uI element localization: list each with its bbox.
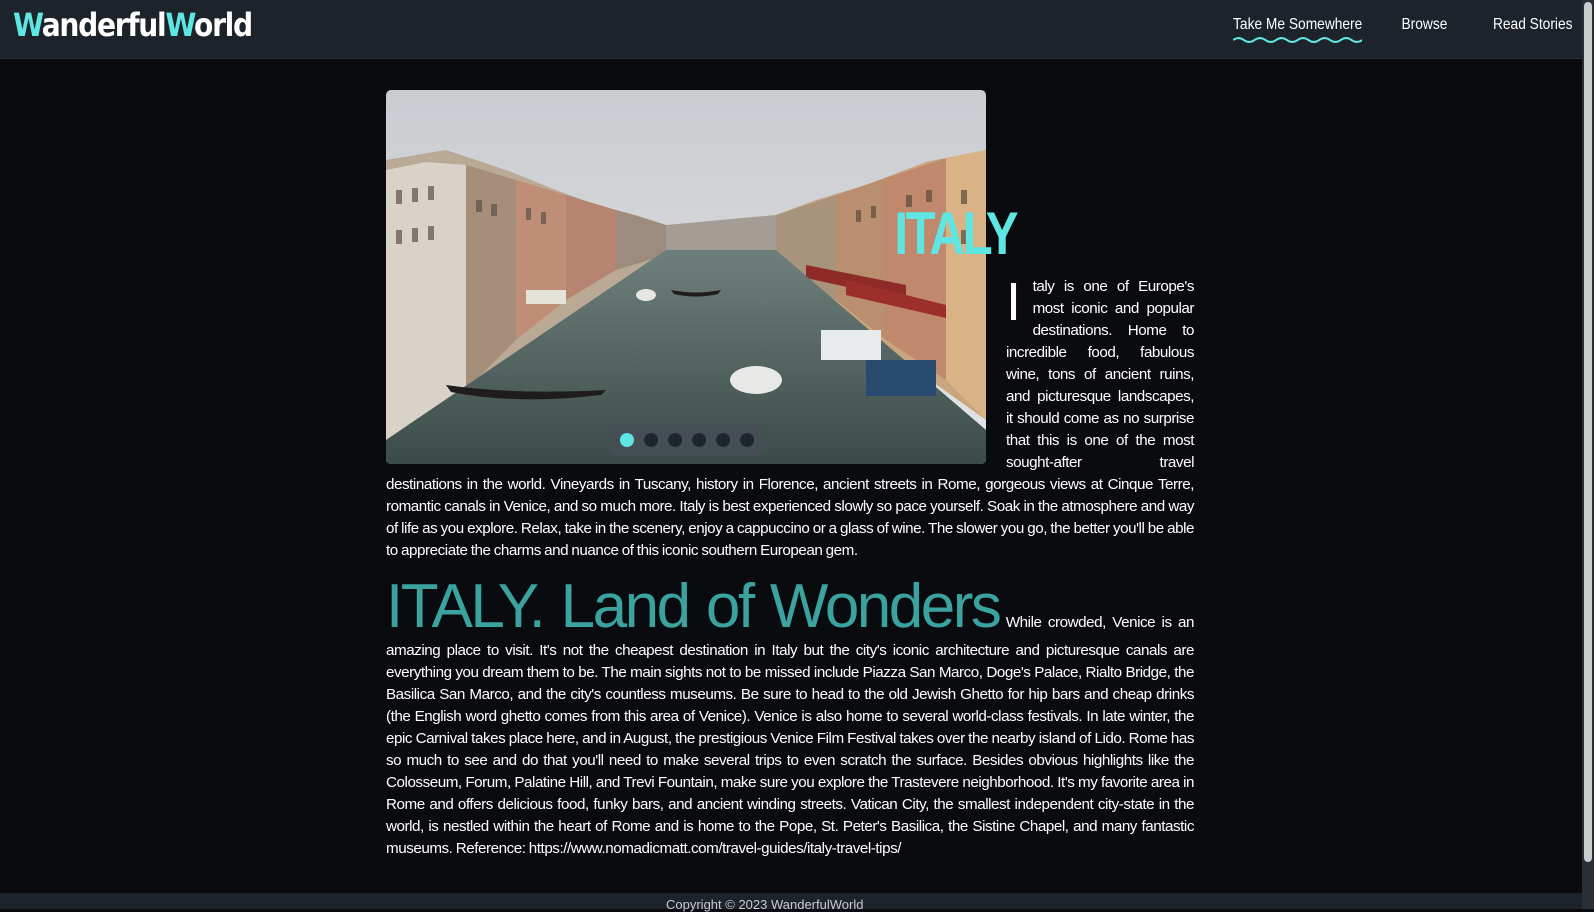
nav-link-label: Read Stories bbox=[1492, 16, 1572, 33]
logo-text-1: anderful bbox=[41, 6, 167, 44]
nav-link-browse[interactable]: Browse bbox=[1402, 16, 1448, 40]
page-footer: Copyright © 2023 WanderfulWorld bbox=[0, 893, 1582, 912]
section-paragraph: ITALY. Land of Wonders While crowded, Ve… bbox=[386, 574, 1194, 860]
nav-link-label: Browse bbox=[1401, 16, 1448, 33]
slider-dots bbox=[610, 424, 764, 456]
nav-link-label: Take Me Somewhere bbox=[1232, 16, 1363, 33]
logo-initial-1: W bbox=[13, 6, 43, 44]
brand-logo[interactable]: WanderfulWorld bbox=[13, 6, 253, 44]
section-text: While crowded, Venice is an amazing plac… bbox=[386, 614, 1194, 857]
article-content: ITALY Italy is one of Europe's most icon… bbox=[386, 90, 1194, 860]
nav-link-read-stories[interactable]: Read Stories bbox=[1492, 16, 1572, 40]
scrollbar-thumb[interactable] bbox=[1584, 2, 1592, 862]
slider-dot[interactable] bbox=[740, 433, 754, 447]
footer-copyright: Copyright © 2023 WanderfulWorld bbox=[666, 897, 864, 912]
main-nav: Take Me Somewhere Browse Read Stories bbox=[1212, 16, 1572, 43]
slider-dot[interactable] bbox=[692, 433, 706, 447]
country-title: ITALY bbox=[894, 200, 1018, 267]
slider-dot[interactable] bbox=[716, 433, 730, 447]
active-underline-icon bbox=[1232, 37, 1363, 43]
nav-link-take-me-somewhere[interactable]: Take Me Somewhere bbox=[1232, 16, 1363, 43]
slider-dot[interactable] bbox=[668, 433, 682, 447]
slider-dot[interactable] bbox=[620, 433, 634, 447]
section-title: ITALY. Land of Wonders bbox=[386, 572, 1002, 641]
image-slider[interactable] bbox=[386, 90, 986, 464]
venice-canal-image bbox=[386, 90, 986, 464]
page-scrollbar[interactable] bbox=[1582, 0, 1594, 909]
logo-initial-2: W bbox=[165, 6, 195, 44]
wonders-section: ITALY. Land of Wonders While crowded, Ve… bbox=[386, 562, 1194, 860]
top-navbar: WanderfulWorld Take Me Somewhere Browse … bbox=[0, 0, 1582, 59]
slider-dot[interactable] bbox=[644, 433, 658, 447]
logo-text-2: orld bbox=[194, 6, 253, 44]
dropcap-letter: I bbox=[1006, 272, 1021, 332]
